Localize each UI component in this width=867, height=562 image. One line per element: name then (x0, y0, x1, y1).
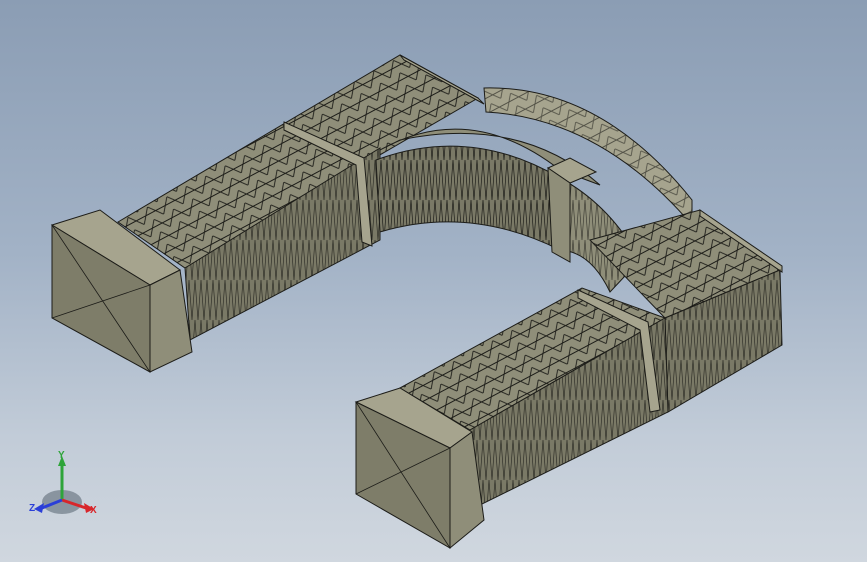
z-axis-arrow-icon (34, 503, 44, 513)
bridge-model-view[interactable] (0, 0, 867, 562)
graphics-viewport[interactable]: Y X Z (0, 0, 867, 562)
triad-y-label: Y (58, 450, 65, 461)
triad-z-label: Z (29, 503, 36, 514)
orientation-triad[interactable] (34, 456, 94, 514)
triad-x-label: X (90, 505, 97, 516)
